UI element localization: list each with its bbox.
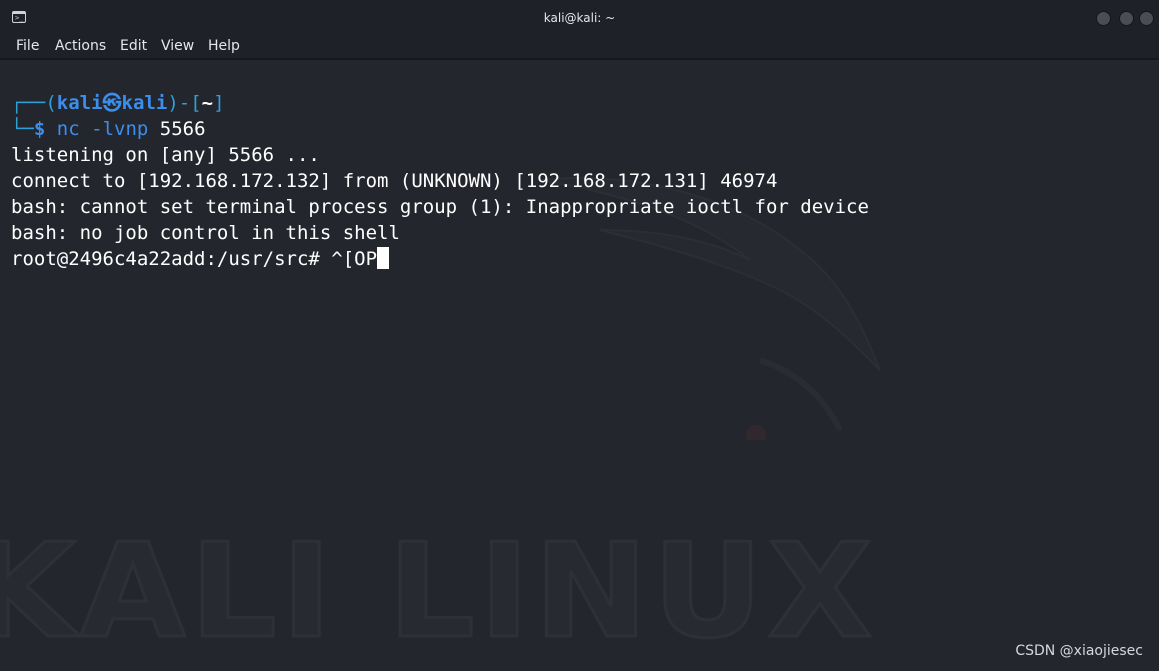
maximize-button[interactable] <box>1119 11 1134 26</box>
terminal-window: >_ kali@kali: ~ File Actions Edit View H… <box>0 0 1159 671</box>
menu-edit[interactable]: Edit <box>120 38 147 54</box>
menu-bar: File Actions Edit View Help <box>0 36 1159 58</box>
prompt-frame-close: ] <box>213 92 225 114</box>
shell-prompt-text: root@2496c4a22add:/usr/src# ^[OP <box>11 248 378 270</box>
prompt-host: kali <box>121 92 168 114</box>
prompt-line-1: ┌──(kali㉿kali)-[~] <box>11 90 225 116</box>
title-bar[interactable]: >_ kali@kali: ~ <box>0 0 1159 36</box>
prompt-dollar: $ <box>33 118 46 140</box>
output-line: bash: cannot set terminal process group … <box>11 196 869 218</box>
prompt-frame: ┌──( <box>11 92 57 114</box>
text-cursor <box>377 247 390 269</box>
output-line: listening on [any] 5566 ... <box>11 144 320 166</box>
credit-watermark: CSDN @xiaojiesec <box>1015 643 1143 659</box>
prompt-at-icon: ㉿ <box>102 92 122 114</box>
prompt-user: kali <box>56 92 103 114</box>
command-name: nc <box>56 118 80 140</box>
menu-actions[interactable]: Actions <box>55 38 106 54</box>
prompt-line-2: └─$ nc -lvnp 5566 <box>11 116 206 142</box>
terminal-view[interactable]: KALI LINUX ┌──(kali㉿kali)-[~] └─$ nc -lv… <box>0 60 1159 671</box>
menu-view[interactable]: View <box>161 38 194 54</box>
window-title: kali@kali: ~ <box>543 11 616 25</box>
prompt-frame-mid: )-[ <box>167 92 202 114</box>
kali-linux-watermark: KALI LINUX <box>0 514 877 669</box>
output-line: connect to [192.168.172.132] from (UNKNO… <box>11 170 778 192</box>
menu-help[interactable]: Help <box>208 38 240 54</box>
command-port: 5566 <box>159 118 206 140</box>
minimize-button[interactable] <box>1096 11 1111 26</box>
prompt-cwd: ~ <box>201 92 214 114</box>
output-line: bash: no job control in this shell <box>11 222 400 244</box>
prompt-frame-bottom: └─ <box>11 118 34 140</box>
close-button[interactable] <box>1139 11 1154 26</box>
menu-file[interactable]: File <box>16 38 39 54</box>
command-args: -lvnp <box>91 118 149 140</box>
shell-prompt-line[interactable]: root@2496c4a22add:/usr/src# ^[OP <box>11 246 390 272</box>
